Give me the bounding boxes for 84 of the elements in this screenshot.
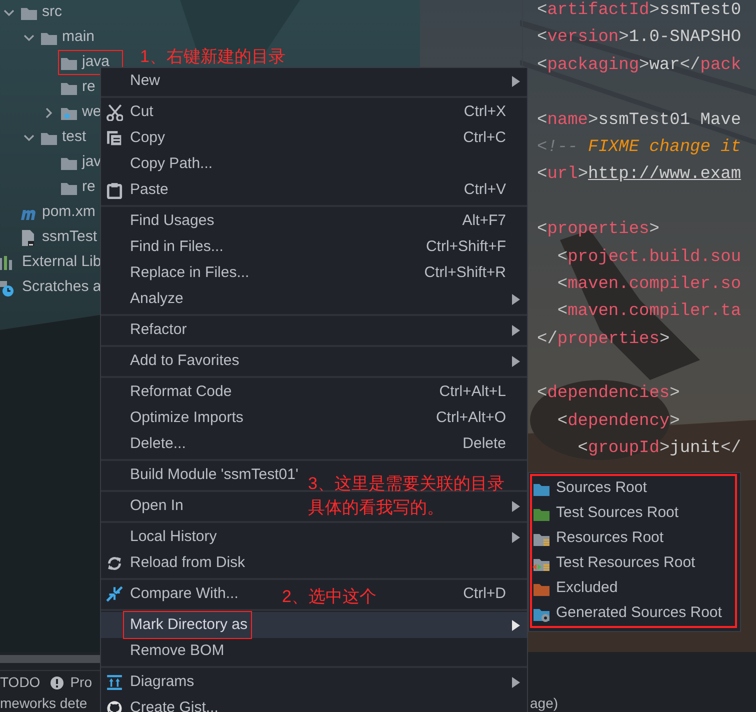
code-line: <version>1.0-SNAPSHO <box>537 27 742 50</box>
menu-item[interactable]: New <box>130 70 160 92</box>
tree-item[interactable]: we <box>82 101 102 124</box>
menu-item[interactable]: Reload from Disk <box>130 552 246 574</box>
code-line: <packaging>war</pack <box>537 54 742 77</box>
tool-window-tab[interactable]: Pro <box>50 672 92 693</box>
menu-item[interactable]: Diagrams <box>130 670 194 694</box>
code-line: <maven.compiler.ta <box>556 301 742 324</box>
menu-item[interactable]: Local History <box>130 526 217 548</box>
menu-item[interactable]: Generated Sources Root <box>532 601 735 626</box>
tree-item[interactable]: jav <box>82 151 102 174</box>
code-line: <name>ssmTest01 Mave <box>537 110 742 132</box>
scissors-icon <box>106 104 123 120</box>
menu-item[interactable]: Reformat Code <box>130 380 232 404</box>
reload-icon <box>106 554 123 572</box>
menu-item[interactable]: Create Gist... <box>130 696 218 712</box>
menu-item[interactable]: Remove BOM <box>130 640 224 662</box>
file-icon <box>20 228 36 246</box>
menu-item[interactable]: Resources Root <box>532 526 735 551</box>
code-line: <dependency> <box>556 410 681 433</box>
shortcut-text: Ctrl+Alt+O <box>436 408 506 428</box>
annotation-text: 3、这里是需要关联的目录具体的看我写的。 <box>308 473 506 519</box>
menu-item[interactable]: Sources Root <box>532 476 735 501</box>
annotation-text: 1、右键新建的目录 <box>140 46 286 68</box>
tree-item[interactable]: main <box>62 26 95 49</box>
menu-item[interactable]: Find Usages <box>130 210 214 232</box>
tree-item[interactable]: Scratches a <box>22 276 102 299</box>
github-icon <box>106 700 123 712</box>
menu-item[interactable]: Analyze <box>130 288 184 310</box>
menu-item[interactable]: Build Module 'ssmTest01' <box>130 464 298 486</box>
tree-item[interactable]: test <box>62 126 86 149</box>
tree-item[interactable]: re <box>82 76 96 99</box>
menu-item[interactable]: Refactor <box>130 318 187 342</box>
shortcut-text: Ctrl+X <box>464 102 506 122</box>
menu-item[interactable]: Compare With... <box>130 582 238 606</box>
menu-item[interactable]: Excluded <box>532 576 735 601</box>
shortcut-text: Ctrl+Shift+R <box>424 262 506 283</box>
code-line: </properties> <box>537 328 671 351</box>
copy-icon <box>106 130 123 146</box>
shortcut-text: Ctrl+D <box>463 584 506 604</box>
menu-item[interactable]: Copy Path... <box>130 152 213 176</box>
menu-item[interactable]: Replace in Files... <box>130 262 250 284</box>
shortcut-text: Ctrl+V <box>464 180 506 200</box>
tree-item[interactable]: java <box>82 51 110 74</box>
shortcut-text: Ctrl+Shift+F <box>426 236 506 257</box>
menu-item[interactable]: Mark Directory as <box>101 612 527 638</box>
code-line: <properties> <box>537 219 660 242</box>
menu-item[interactable]: Test Sources Root <box>532 501 735 526</box>
library-icon <box>0 254 14 270</box>
diagram-icon <box>106 674 123 690</box>
status-text: age) <box>530 695 558 712</box>
shortcut-text: Ctrl+C <box>463 128 506 148</box>
arrows-icon <box>106 586 123 602</box>
menu-item[interactable]: Test Resources Root <box>532 551 735 576</box>
status-text: meworks dete <box>0 695 88 712</box>
menu-item[interactable]: Copy <box>130 126 166 150</box>
shortcut-text: Delete <box>462 434 506 454</box>
clipboard-icon <box>106 182 123 198</box>
menu-item[interactable]: Cut <box>130 100 154 124</box>
scratches-icon <box>0 278 14 296</box>
code-line: <dependencies> <box>537 383 681 406</box>
code-line: <artifactId>ssmTest0 <box>537 0 742 22</box>
shortcut-text: Alt+F7 <box>462 210 506 231</box>
code-line: <url>http://www.exam <box>537 164 742 186</box>
menu-item[interactable]: Open In <box>130 494 184 518</box>
tree-item[interactable]: ssmTest <box>42 226 98 249</box>
code-line: <!-- FIXME change it <box>537 136 742 159</box>
code-line: <project.build.sou <box>556 246 742 269</box>
tool-window-tab[interactable]: TODO <box>0 672 40 693</box>
tree-item[interactable]: re <box>82 176 96 199</box>
code-line: <maven.compiler.so <box>556 274 742 296</box>
menu-item[interactable]: Optimize Imports <box>130 406 244 430</box>
shortcut-text: Ctrl+Alt+L <box>439 382 506 402</box>
menu-item[interactable]: Delete... <box>130 432 186 456</box>
menu-item[interactable]: Find in Files... <box>130 236 224 258</box>
exclamation-icon <box>50 676 64 690</box>
tree-item[interactable]: pom.xm <box>42 201 96 224</box>
annotation-text: 2、选中这个 <box>282 586 376 608</box>
menu-item[interactable]: Paste <box>130 178 168 202</box>
tree-item[interactable]: External Lib <box>22 251 102 274</box>
tree-item[interactable]: src <box>42 1 62 24</box>
scrollbar[interactable] <box>0 655 100 663</box>
code-line: <groupId>junit</ <box>576 438 742 460</box>
menu-item[interactable]: Add to Favorites <box>130 350 240 372</box>
